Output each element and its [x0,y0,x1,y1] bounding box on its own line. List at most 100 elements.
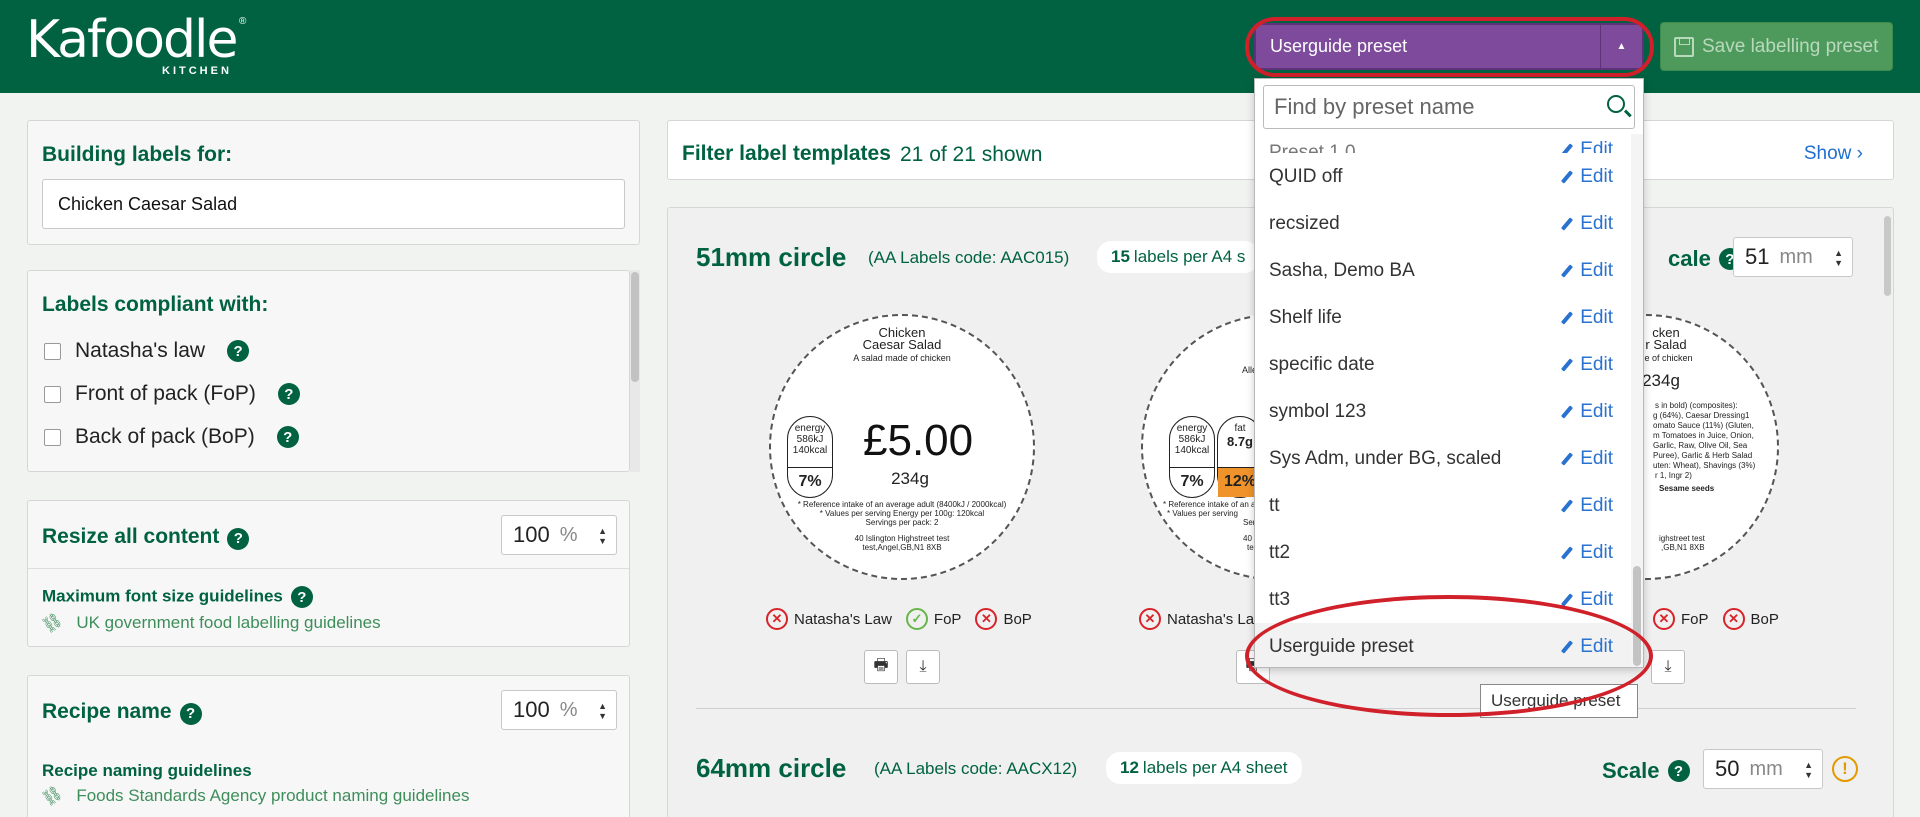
scale-label: cale? [1668,246,1741,272]
dropdown-item[interactable]: Shelf life Edit [1255,294,1633,341]
edit-link[interactable]: Edit [1560,307,1613,329]
cross-icon: ✕ [1722,608,1745,630]
scrollbar-thumb[interactable] [1884,216,1891,296]
natashas-law-checkbox[interactable] [44,342,61,360]
pencil-icon [1561,451,1574,466]
help-icon[interactable]: ? [290,586,313,608]
cross-icon: ✕ [1653,608,1675,630]
labels-compliant-title: Labels compliant with: [42,293,269,316]
pencil-icon [1561,545,1574,560]
link-icon: ⛓ [39,783,66,810]
energy-pill: energy 586kJ 140kcal 7% [787,416,833,498]
help-icon[interactable]: ? [227,340,250,362]
pencil-icon [1561,216,1574,231]
help-icon[interactable]: ? [277,383,300,405]
edit-link[interactable]: Edit [1560,401,1613,423]
scale-stepper-64mm[interactable]: 50 mm ▲ ▼ [1703,749,1823,789]
dropdown-item[interactable]: tt Edit [1255,482,1633,529]
chevron-right-icon: › [1856,143,1863,164]
logo-registered-mark: ® [239,16,247,27]
download-button[interactable]: ⤓ [1651,650,1685,684]
front-of-pack-option[interactable]: Front of pack (FoP) ? [44,382,300,406]
dropdown-scrollbar[interactable] [1631,134,1643,667]
edit-link[interactable]: Edit [1560,495,1613,517]
stepper-arrows-icon[interactable]: ▲ ▼ [598,526,607,546]
dropdown-item[interactable]: Sys Adm, under BG, scaled Edit [1255,435,1633,482]
building-labels-card: Building labels for: Chicken Caesar Sala… [27,120,640,245]
print-button[interactable]: 🖶 [864,650,898,684]
pencil-icon [1561,357,1574,372]
label-fine-print: Servings per pack: 2 [865,518,939,527]
front-of-pack-checkbox[interactable] [44,385,61,403]
edit-link[interactable]: Edit [1560,448,1613,470]
labels-compliant-card: Labels compliant with: Natasha's law ? F… [27,270,630,472]
edit-link[interactable]: Edit [1560,589,1613,611]
edit-link[interactable]: Edit [1560,354,1613,376]
templates-scrollbar[interactable] [1881,208,1893,817]
link-icon: ⛓ [39,610,66,637]
recipe-naming-guidelines-link[interactable]: ⛓ Foods Standards Agency product naming … [39,784,469,810]
font-guidelines-link[interactable]: ⛓ UK government food labelling guideline… [39,611,380,637]
pencil-icon [1561,592,1574,607]
pencil-icon [1561,404,1574,419]
stepper-arrows-icon[interactable]: ▲ ▼ [598,701,607,721]
warning-icon[interactable]: ! [1832,756,1858,782]
edit-link[interactable]: Edit [1560,260,1613,282]
labels-per-sheet-badge: 12 labels per A4 sheet [1106,752,1302,784]
caret-up-icon[interactable]: ▲ [1600,25,1642,68]
energy-pill: energy 586kJ 140kcal 7% [1169,416,1215,498]
show-filters-link[interactable]: Show › [1804,143,1863,165]
scrollbar-thumb[interactable] [1633,566,1641,666]
dropdown-item[interactable]: tt3 Edit [1255,576,1633,623]
help-icon[interactable]: ? [1667,760,1690,782]
edit-link[interactable]: Edit [1560,636,1613,658]
help-icon[interactable]: ? [276,426,299,448]
back-of-pack-option[interactable]: Back of pack (BoP) ? [44,425,299,449]
preset-search-input[interactable]: Find by preset name [1263,85,1635,129]
pencil-icon [1561,143,1574,153]
dropdown-item[interactable]: specific date Edit [1255,341,1633,388]
dropdown-item-partial[interactable]: Preset 1.0 Edit [1255,131,1633,153]
save-labelling-preset-button[interactable]: Save labelling preset [1660,22,1893,71]
scale-stepper-51mm[interactable]: 51 mm ▲ ▼ [1733,237,1853,277]
preset-select-value: Userguide preset [1270,36,1408,56]
stepper-arrows-icon[interactable]: ▲ ▼ [1834,248,1843,268]
back-of-pack-checkbox[interactable] [44,428,61,446]
edit-link[interactable]: Edit [1560,166,1613,188]
edit-link[interactable]: Edit [1560,213,1613,235]
stepper-arrows-icon[interactable]: ▲ ▼ [1804,760,1813,780]
printer-icon: 🖶 [873,656,889,674]
label-fine-print: * Reference intake of an average adult (… [797,500,1007,509]
resize-percent-stepper[interactable]: 100 % ▲ ▼ [501,515,617,555]
percent-unit: % [559,523,578,546]
edit-link[interactable]: Edit [1560,139,1613,153]
label-price: £5.00 [863,416,974,465]
scrollbar-thumb[interactable] [631,272,639,382]
dropdown-item[interactable]: tt2 Edit [1255,529,1633,576]
preset-dropdown-menu: Find by preset name Preset 1.0 Edit QUID… [1254,78,1644,668]
pencil-icon [1561,639,1574,654]
download-button[interactable]: ⤓ [906,650,940,684]
labels-per-sheet-badge: 15 labels per A4 s [1097,241,1260,273]
kafoodle-logo[interactable]: Kafoodle KITCHEN ® [26,14,246,77]
preset-tooltip: Userguide preset [1480,684,1638,718]
help-icon[interactable]: ? [179,702,202,725]
recipe-name-field[interactable]: Chicken Caesar Salad [42,179,625,229]
help-icon[interactable]: ? [227,527,250,550]
dropdown-item[interactable]: recsized Edit [1255,200,1633,247]
label-weight: 234g [891,469,929,488]
dropdown-item[interactable]: Sasha, Demo BA Edit [1255,247,1633,294]
template-divider [696,708,1856,709]
label-preview-1[interactable]: Chicken Caesar Salad A salad made of chi… [769,314,1035,580]
preset-select[interactable]: Userguide preset ▲ [1254,23,1644,70]
template-code-51mm: (AA Labels code: AAC015) [868,248,1070,267]
dropdown-item[interactable]: symbol 123 Edit [1255,388,1633,435]
natashas-law-option[interactable]: Natasha's law ? [44,339,250,363]
dropdown-item-userguide-preset[interactable]: Userguide preset Edit [1255,623,1633,667]
dropdown-item[interactable]: QUID off Edit [1255,153,1633,200]
label-compliance-row-3: ✕ FoP ✕ BoP [1653,608,1779,630]
edit-link[interactable]: Edit [1560,542,1613,564]
recipe-name-percent-stepper[interactable]: 100 % ▲ ▼ [501,690,617,730]
left-panel-scrollbar[interactable] [630,270,640,472]
pencil-icon [1561,169,1574,184]
